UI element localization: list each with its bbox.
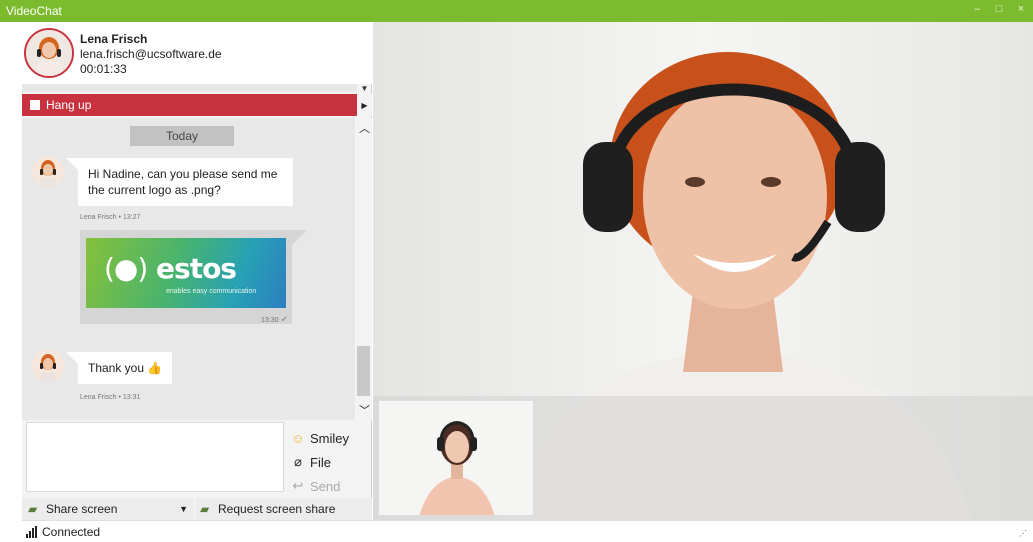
message-avatar: [32, 350, 64, 382]
chevron-right-icon[interactable]: ▶: [357, 94, 372, 116]
contact-header: Lena Frisch lena.frisch@ucsoftware.de 00…: [22, 22, 372, 84]
share-screen-dropdown[interactable]: ▰ Share screen ▼: [22, 498, 194, 520]
minimize-button[interactable]: –: [971, 3, 983, 15]
maximize-button[interactable]: □: [993, 3, 1005, 15]
message-text: Hi Nadine, can you please send me the cu…: [88, 167, 278, 197]
request-share-icon: ▰: [200, 502, 210, 516]
title-bar: VideoChat – □ ×: [0, 0, 1033, 22]
compose-actions: ☺ Smiley ⌀ File ↩ Send: [290, 426, 370, 498]
send-icon: ↩: [292, 478, 304, 493]
hangup-button[interactable]: Hang up: [22, 94, 357, 116]
read-check-icon: ✔: [280, 314, 288, 324]
request-screen-share-button[interactable]: ▰ Request screen share: [196, 498, 372, 520]
window-controls: – □ ×: [971, 3, 1027, 15]
message-bubble: Thank you 👍: [65, 352, 173, 384]
window-margin: [0, 22, 22, 542]
share-screen-icon: ▰: [28, 502, 38, 516]
contact-email: lena.frisch@ucsoftware.de: [80, 47, 222, 61]
close-button[interactable]: ×: [1015, 3, 1027, 15]
chat-history: Today Hi Nadine, can you please send me …: [22, 118, 355, 420]
message-input-box: [26, 422, 284, 492]
resize-grip-icon[interactable]: ⋰: [1019, 529, 1027, 538]
connection-status: Connected: [42, 524, 101, 539]
chevron-down-icon[interactable]: ﹀: [359, 402, 370, 418]
send-button[interactable]: ↩ Send: [290, 474, 370, 498]
date-divider: Today: [130, 126, 234, 146]
hangup-icon: [30, 100, 40, 110]
call-duration: 00:01:33: [80, 62, 127, 76]
thumbs-up-icon: 👍: [147, 361, 163, 375]
chevron-up-icon[interactable]: ︿: [359, 120, 370, 136]
screen-share-row: ▰ Share screen ▼ ▰ Request screen share: [22, 498, 372, 520]
estos-logo-image: (●) estos enables easy communication: [86, 238, 286, 308]
message-input[interactable]: [27, 423, 283, 491]
local-video-feed: [379, 401, 533, 515]
message-meta: Lena Frisch • 13:27: [80, 214, 141, 221]
hangup-label: Hang up: [46, 98, 92, 112]
window-title: VideoChat: [6, 4, 62, 18]
paperclip-icon: ⌀: [294, 454, 302, 469]
status-bar: Connected ⋰: [22, 520, 1033, 542]
message-bubble: Hi Nadine, can you please send me the cu…: [66, 158, 293, 206]
image-message[interactable]: (●) estos enables easy communication 13:…: [80, 230, 307, 324]
file-button[interactable]: ⌀ File: [290, 450, 370, 474]
chat-scrollbar[interactable]: ︿ ﹀: [355, 118, 372, 420]
message-meta: Lena Frisch • 13:31: [80, 394, 141, 401]
chat-panel: Lena Frisch lena.frisch@ucsoftware.de 00…: [22, 22, 372, 520]
remote-video: [373, 22, 1033, 520]
self-view-video[interactable]: [378, 400, 534, 516]
contact-name: Lena Frisch: [80, 32, 148, 46]
contact-scroll-bar: [22, 84, 357, 92]
caret-down-icon: ▼: [179, 504, 188, 514]
message-avatar: [32, 156, 64, 188]
smiley-button[interactable]: ☺ Smiley: [290, 426, 370, 450]
message-meta: 13:30 ✔: [260, 314, 288, 324]
scrollbar-thumb[interactable]: [357, 346, 370, 396]
message-text: Thank you: [88, 361, 145, 375]
smiley-icon: ☺: [291, 430, 305, 446]
signal-strength-icon: [26, 525, 37, 538]
contact-avatar: [24, 28, 74, 78]
